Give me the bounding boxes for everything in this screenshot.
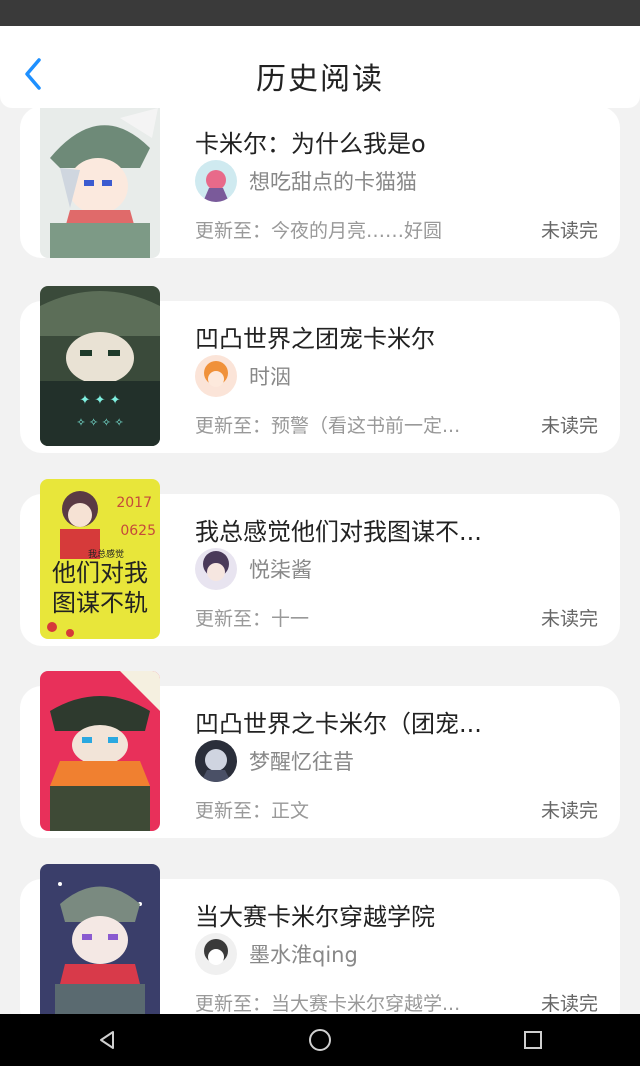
book-card[interactable]: 凹凸世界之卡米尔（团宠... 梦醒忆往昔 更新至：正文 未读完 [20, 671, 620, 838]
author-name: 墨水淮qing [249, 943, 358, 967]
square-recents-icon [524, 1031, 543, 1049]
author-row[interactable]: 时洇 [195, 355, 291, 397]
author-name: 时洇 [249, 365, 291, 389]
author-row[interactable]: 梦醒忆往昔 [195, 740, 354, 782]
book-cover[interactable]: ✦ ✦ ✦ ✧ ✧ ✧ ✧ [40, 286, 160, 446]
book-title: 当大赛卡米尔穿越学院 [195, 903, 435, 931]
update-info: 更新至：今夜的月亮……好圆 [195, 216, 442, 243]
svg-text:✦ ✦ ✦: ✦ ✦ ✦ [80, 393, 121, 408]
book-cover[interactable] [40, 108, 160, 258]
update-chapter: 正文 [271, 800, 310, 822]
read-status: 未读完 [540, 608, 598, 630]
read-status: 未读完 [540, 800, 598, 822]
book-cover[interactable]: 2017 0625 我总感觉 他们对我 图谋不轨 [40, 479, 160, 639]
nav-back-button[interactable] [77, 1014, 137, 1066]
update-info: 更新至：正文 [195, 796, 309, 823]
author-avatar [195, 355, 237, 397]
author-name: 想吃甜点的卡猫猫 [249, 170, 417, 194]
update-label: 更新至： [195, 608, 272, 630]
update-label: 更新至： [195, 220, 272, 242]
book-title: 卡米尔：为什么我是o [195, 130, 426, 158]
update-chapter: 当大赛卡米尔穿越学... [271, 993, 461, 1014]
cover-date: 0625 [120, 523, 156, 539]
svg-text:✧ ✧ ✧ ✧: ✧ ✧ ✧ ✧ [76, 416, 123, 429]
author-row[interactable]: 想吃甜点的卡猫猫 [195, 160, 417, 202]
triangle-back-icon [99, 1031, 114, 1049]
header: 历史阅读 [0, 26, 640, 108]
update-info: 更新至：十一 [195, 604, 309, 631]
status-bar [0, 0, 640, 26]
book-cover[interactable] [40, 671, 160, 831]
update-chapter: 今夜的月亮……好圆 [271, 220, 443, 242]
update-label: 更新至： [195, 993, 272, 1014]
author-avatar [195, 160, 237, 202]
page-title: 历史阅读 [256, 62, 384, 97]
cover-year: 2017 [116, 495, 152, 511]
author-name: 悦柒酱 [249, 558, 312, 582]
cover-line-1: 他们对我 [52, 559, 148, 587]
history-list[interactable]: 卡米尔：为什么我是o 想吃甜点的卡猫猫 更新至：今夜的月亮……好圆 未读完 ✦ … [0, 108, 640, 1014]
system-nav-bar [0, 1014, 640, 1066]
update-chapter: 预警（看这书前一定... [271, 415, 461, 437]
circle-home-icon [308, 1029, 331, 1051]
author-row[interactable]: 墨水淮qing [195, 933, 358, 975]
author-avatar [195, 740, 237, 782]
read-status: 未读完 [540, 220, 598, 242]
book-card[interactable]: ✦ ✦ ✦ ✧ ✧ ✧ ✧ 凹凸世界之团宠卡米尔 时洇 更新至：预警（看这书前一… [20, 286, 620, 453]
book-card[interactable]: 当大赛卡米尔穿越学院 墨水淮qing 更新至：当大赛卡米尔穿越学... 未读完 [20, 864, 620, 1014]
author-row[interactable]: 悦柒酱 [195, 548, 312, 590]
book-title: 凹凸世界之卡米尔（团宠... [195, 710, 482, 738]
book-card[interactable]: 2017 0625 我总感觉 他们对我 图谋不轨 我总感觉他们对我图谋不... … [20, 479, 620, 646]
author-avatar [195, 548, 237, 590]
author-name: 梦醒忆往昔 [249, 750, 354, 774]
read-status: 未读完 [540, 415, 598, 437]
update-chapter: 十一 [271, 608, 310, 630]
author-avatar [195, 933, 237, 975]
nav-home-button[interactable] [290, 1014, 350, 1066]
book-title: 我总感觉他们对我图谋不... [195, 518, 482, 546]
update-info: 更新至：预警（看这书前一定... [195, 411, 460, 438]
read-status: 未读完 [540, 993, 598, 1014]
update-info: 更新至：当大赛卡米尔穿越学... [195, 989, 460, 1014]
book-cover[interactable] [40, 864, 160, 1014]
cover-line-2: 图谋不轨 [52, 589, 148, 617]
update-label: 更新至： [195, 800, 272, 822]
update-label: 更新至： [195, 415, 272, 437]
nav-recents-button[interactable] [503, 1014, 563, 1066]
book-card[interactable]: 卡米尔：为什么我是o 想吃甜点的卡猫猫 更新至：今夜的月亮……好圆 未读完 [20, 108, 620, 258]
book-title: 凹凸世界之团宠卡米尔 [195, 325, 435, 353]
